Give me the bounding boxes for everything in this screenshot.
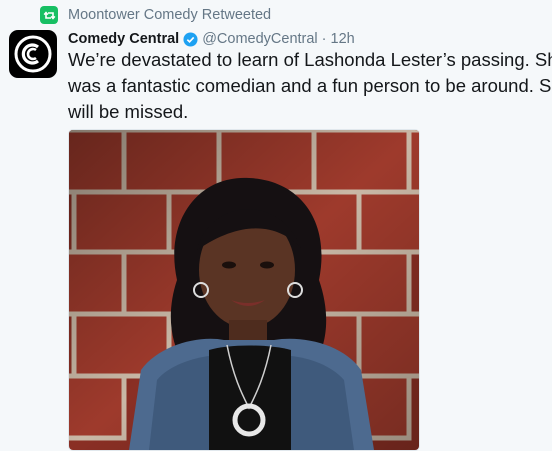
tweet-text-line: was a fantastic comedian and a fun perso…	[68, 75, 552, 96]
display-name[interactable]: Comedy Central	[68, 31, 179, 47]
tweet-header: Comedy Central @ComedyCentral · 12h	[68, 30, 355, 48]
separator-dot: ·	[321, 31, 327, 47]
retweet-icon	[40, 6, 58, 24]
timestamp[interactable]: 12h	[331, 31, 355, 47]
avatar[interactable]	[9, 30, 57, 78]
tweet-text-line: will be missed.	[68, 101, 189, 122]
user-handle[interactable]: @ComedyCentral	[202, 31, 317, 47]
tweet-photo[interactable]	[68, 129, 420, 451]
retweet-label[interactable]: Moontower Comedy Retweeted	[68, 7, 271, 23]
tweet-text-line: We’re devastated to learn of Lashonda Le…	[68, 49, 552, 70]
retweet-context: Moontower Comedy Retweeted	[40, 5, 271, 25]
comedy-central-logo-icon	[14, 35, 52, 73]
tweet-text: We’re devastated to learn of Lashonda Le…	[68, 47, 552, 125]
photo-illustration	[69, 130, 419, 450]
verified-badge-icon	[183, 31, 198, 47]
